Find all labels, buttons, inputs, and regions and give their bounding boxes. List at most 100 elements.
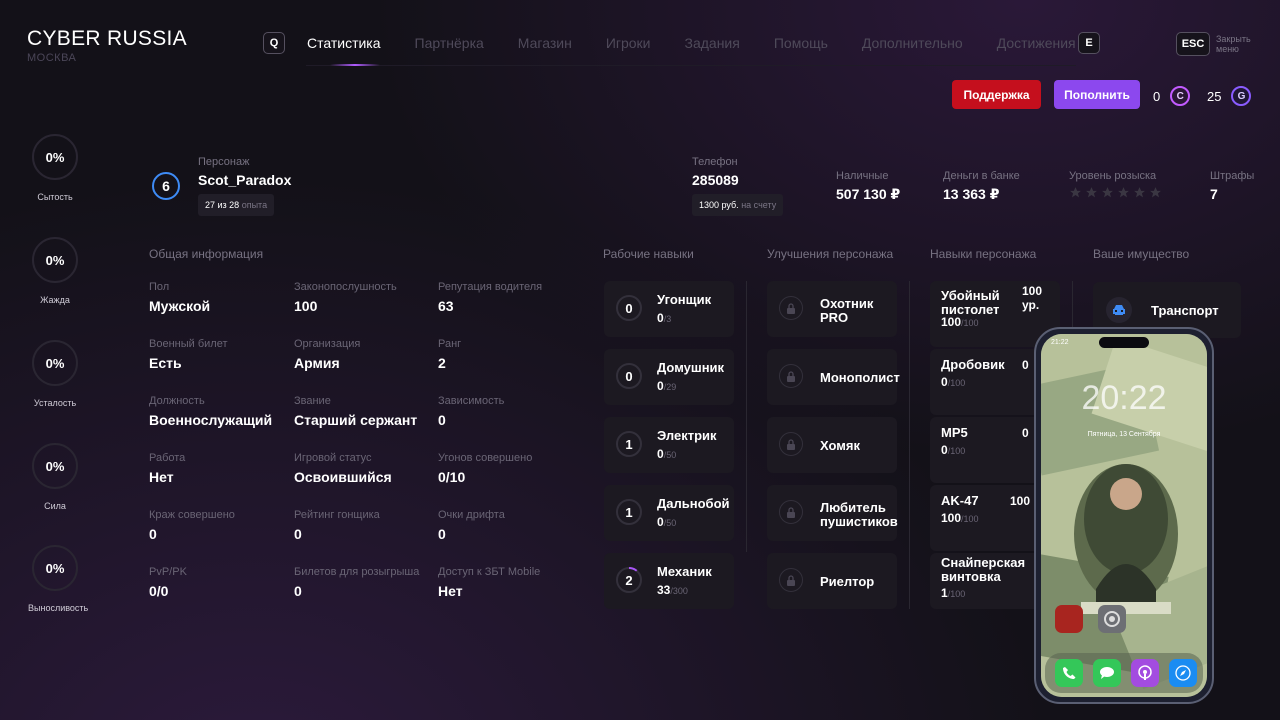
tab-achievements[interactable]: Достижения <box>997 35 1076 51</box>
lock-icon <box>779 500 803 524</box>
info-law: Законопослушность 100 <box>294 281 397 314</box>
phone-overlay[interactable]: 21:22 20:22 Пятница, 13 Сентября <box>1034 327 1214 704</box>
phone-app-icon[interactable] <box>1055 659 1083 687</box>
esc-key[interactable]: ESC <box>1176 32 1210 56</box>
upgrade-realtor[interactable]: Риелтор <box>767 553 897 609</box>
info-pvp: PvP/PK 0/0 <box>149 566 187 599</box>
upgrade-hunter-pro[interactable]: Охотник PRO <box>767 281 897 337</box>
info-drift: Очки дрифта 0 <box>438 509 505 542</box>
cash-value: 507 130 ₽ <box>836 186 901 202</box>
active-tab-indicator <box>330 64 380 66</box>
messages-app-icon[interactable] <box>1093 659 1121 687</box>
currency-g-value: 25 <box>1207 88 1222 104</box>
podcasts-app-icon[interactable] <box>1131 659 1159 687</box>
info-organization: Организация Армия <box>294 338 361 371</box>
info-thefts-cars: Угонов совершено 0/10 <box>438 452 533 485</box>
tab-help[interactable]: Помощь <box>774 35 828 51</box>
fines-block: Штрафы 7 <box>1210 170 1255 202</box>
tab-partner[interactable]: Партнёрка <box>415 35 484 51</box>
nav-next-key[interactable]: E <box>1078 32 1100 54</box>
section-general: Общая информация <box>149 247 264 261</box>
close-menu-label: Закрыть меню <box>1216 34 1251 54</box>
need-stamina: 0% Выносливость <box>28 545 88 613</box>
upgrade-hamster[interactable]: Хомяк <box>767 417 897 473</box>
info-driver-rep: Репутация водителя 63 <box>438 281 543 314</box>
upgrade-fluffy-lover[interactable]: Любитель пушистиков <box>767 485 898 541</box>
info-job: Работа Нет <box>149 452 186 485</box>
lock-icon <box>779 432 803 456</box>
brand: CYBER RUSSIA МОСКВА <box>27 27 187 64</box>
tab-extra[interactable]: Дополнительно <box>862 35 963 51</box>
need-fatigue: 0% Усталость <box>28 340 82 408</box>
need-strength: 0% Сила <box>28 443 82 511</box>
info-tickets: Билетов для розыгрыша 0 <box>294 566 420 599</box>
support-button[interactable]: Поддержка <box>952 80 1041 109</box>
wanted-star-icon <box>1150 187 1161 198</box>
section-property: Ваше имущество <box>1093 247 1190 261</box>
info-zbt: Доступ к ЗБТ Mobile Нет <box>438 566 541 599</box>
info-game-status: Игровой статус Освоившийся <box>294 452 392 485</box>
info-position: Должность Военнослужащий <box>149 395 273 428</box>
settings-app-icon[interactable] <box>1098 605 1126 633</box>
dynamic-island <box>1099 337 1149 348</box>
g-coin-icon: G <box>1231 86 1252 106</box>
wanted-star-icon <box>1118 187 1129 198</box>
brand-title: CYBER RUSSIA <box>27 27 187 50</box>
info-addiction: Зависимость 0 <box>438 395 505 428</box>
nav-divider <box>306 65 1076 66</box>
section-work-skills: Рабочие навыки <box>603 247 694 261</box>
tab-statistics[interactable]: Статистика <box>307 35 381 51</box>
bank-block: Деньги в банке 13 363 ₽ <box>943 170 1020 202</box>
section-upgrades: Улучшения персонажа <box>767 247 894 261</box>
game-app-icon[interactable] <box>1055 605 1083 633</box>
wanted-star-icon <box>1134 187 1145 198</box>
info-rank: Ранг 2 <box>438 338 462 371</box>
c-coin-icon: C <box>1170 86 1191 106</box>
lock-icon <box>779 568 803 592</box>
section-char-skills: Навыки персонажа <box>930 247 1037 261</box>
brand-city: МОСКВА <box>27 52 77 64</box>
skill-burglar[interactable]: 0 Домушник 0/29 <box>604 349 734 405</box>
character-block: Персонаж Scot_Paradox 27 из 28 опыта <box>198 156 291 216</box>
safari-app-icon[interactable] <box>1169 659 1197 687</box>
skill-mechanic[interactable]: 2 Механик 33/300 <box>604 553 734 609</box>
work-divider <box>746 281 747 552</box>
tab-shop[interactable]: Магазин <box>518 35 572 51</box>
wanted-star-icon <box>1086 187 1097 198</box>
phone-status-time: 21:22 <box>1051 339 1069 346</box>
phone-screen: 21:22 20:22 Пятница, 13 Сентября <box>1041 334 1207 697</box>
info-military-id: Военный билет Есть <box>149 338 228 371</box>
tab-tasks[interactable]: Задания <box>685 35 740 51</box>
close-menu[interactable]: ESC Закрыть меню <box>1176 32 1251 56</box>
nav-prev-key[interactable]: Q <box>263 32 285 54</box>
info-title: Звание Старший сержант <box>294 395 418 428</box>
need-thirst: 0% Жажда <box>28 237 82 305</box>
phone-lock-clock: 20:22 <box>1081 379 1167 417</box>
exp-chip: 27 из 28 опыта <box>198 194 275 216</box>
wanted-star-icon <box>1102 187 1113 198</box>
wanted-block: Уровень розыска <box>1069 170 1165 204</box>
fines-value: 7 <box>1210 186 1218 202</box>
skill-trucker[interactable]: 1 Дальнобой 0/50 <box>604 485 734 541</box>
tab-players[interactable]: Игроки <box>606 35 651 51</box>
wanted-star-icon <box>1070 187 1081 198</box>
phone-number: 285089 <box>692 172 739 188</box>
skill-electrician[interactable]: 1 Электрик 0/50 <box>604 417 734 473</box>
bank-value: 13 363 ₽ <box>943 186 1000 202</box>
level-badge: 6 <box>152 172 180 200</box>
info-thefts: Краж совершено 0 <box>149 509 235 542</box>
currency-g: 25 G <box>1207 86 1252 106</box>
car-icon <box>1106 297 1132 323</box>
lock-icon <box>779 296 803 320</box>
topup-button[interactable]: Пополнить <box>1054 80 1140 109</box>
currency-c-value: 0 <box>1153 88 1161 104</box>
upgrades-divider <box>909 281 910 609</box>
skill-hijacker[interactable]: 0 Угонщик 0/3 <box>604 281 734 337</box>
upgrade-monopolist[interactable]: Монополист <box>767 349 900 405</box>
main-nav: Статистика Партнёрка Магазин Игроки Зада… <box>307 35 1110 51</box>
phone-balance-chip: 1300 руб. на счету <box>692 194 784 216</box>
phone-lock-date: Пятница, 13 Сентября <box>1087 431 1161 438</box>
info-gender: Пол Мужской <box>149 281 211 314</box>
character-name: Scot_Paradox <box>198 172 292 188</box>
phone-number-block: Телефон 285089 1300 руб. на счету <box>692 156 784 216</box>
